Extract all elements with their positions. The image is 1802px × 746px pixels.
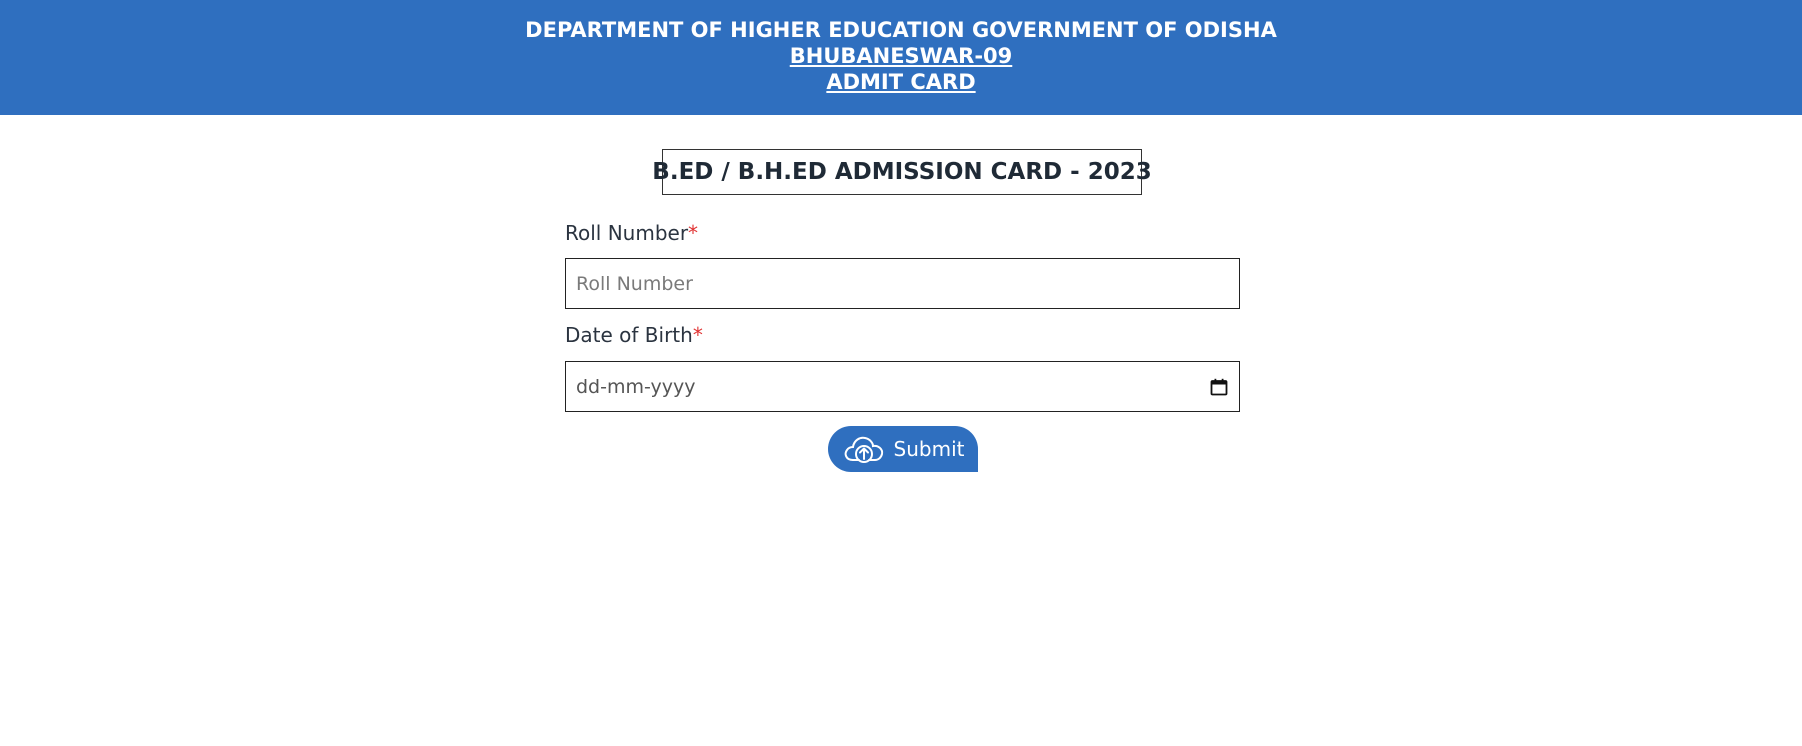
required-mark: * [692,323,703,347]
required-mark: * [688,221,699,245]
department-title: DEPARTMENT OF HIGHER EDUCATION GOVERNMEN… [525,18,1277,42]
submit-button-label: Submit [893,437,965,461]
roll-number-input[interactable] [565,258,1240,309]
date-of-birth-label: Date of Birth* [565,323,703,347]
date-placeholder: dd-mm-yyyy [576,375,696,398]
admit-card-title: ADMIT CARD [826,70,976,94]
cloud-upload-icon [842,433,886,465]
calendar-icon[interactable] [1209,377,1229,397]
date-of-birth-label-text: Date of Birth [565,323,693,347]
roll-number-label-text: Roll Number [565,221,689,245]
form-title: B.ED / B.H.ED ADMISSION CARD - 2023 [652,149,1152,195]
header-banner: DEPARTMENT OF HIGHER EDUCATION GOVERNMEN… [0,0,1802,115]
submit-button[interactable]: Submit [828,426,978,472]
city-title: BHUBANESWAR-09 [789,44,1013,68]
roll-number-label: Roll Number* [565,221,698,245]
date-of-birth-input[interactable]: dd-mm-yyyy [565,361,1240,412]
